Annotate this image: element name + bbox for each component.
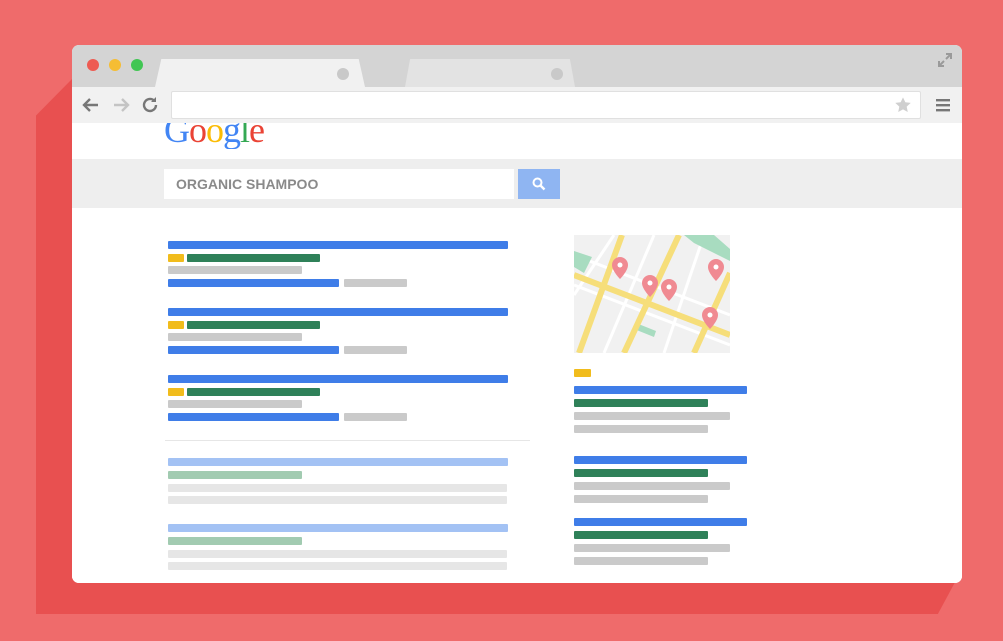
- result-snippet-line: [168, 266, 302, 274]
- star-icon[interactable]: [894, 96, 912, 114]
- local-map[interactable]: [574, 235, 730, 353]
- result-title-line[interactable]: [168, 241, 508, 249]
- fullscreen-icon[interactable]: [936, 51, 954, 69]
- toolbar: [72, 87, 962, 123]
- ad-badge: [168, 321, 184, 329]
- page-content: Google: [72, 123, 962, 583]
- sitelink-secondary-line: [344, 346, 407, 354]
- google-logo: Google: [164, 123, 304, 159]
- local-ad-badge: [574, 369, 591, 377]
- search-button[interactable]: [518, 169, 560, 199]
- sitelink-secondary-line: [344, 413, 407, 421]
- minimize-window-button[interactable]: [109, 59, 121, 71]
- listing-detail-line: [574, 412, 730, 420]
- listing-detail-line: [574, 544, 730, 552]
- address-bar[interactable]: [171, 91, 921, 119]
- listing-detail-line: [574, 557, 708, 565]
- sitelink-line[interactable]: [168, 279, 339, 287]
- logo-letter: e: [249, 123, 264, 149]
- sitelink-line[interactable]: [168, 346, 339, 354]
- result-snippet-line: [168, 333, 302, 341]
- result-snippet-line: [168, 550, 507, 558]
- listing-detail-line: [574, 482, 730, 490]
- browser-window: Google: [72, 45, 962, 583]
- logo-letter: G: [164, 123, 190, 149]
- result-url-line: [187, 321, 320, 329]
- listing-url-line: [574, 469, 708, 477]
- sitelink-secondary-line: [344, 279, 407, 287]
- maximize-window-button[interactable]: [131, 59, 143, 71]
- logo-letter: o: [206, 123, 224, 149]
- result-title-line[interactable]: [168, 308, 508, 316]
- close-window-button[interactable]: [87, 59, 99, 71]
- results-divider: [165, 440, 530, 441]
- result-title-line[interactable]: [168, 458, 508, 466]
- tab-bar: [72, 45, 962, 87]
- tab-active[interactable]: [155, 59, 365, 87]
- listing-title-line[interactable]: [574, 518, 747, 526]
- result-url-line: [168, 471, 302, 479]
- result-title-line[interactable]: [168, 524, 508, 532]
- ad-badge: [168, 254, 184, 262]
- result-url-line: [187, 388, 320, 396]
- search-input[interactable]: [164, 169, 514, 199]
- listing-url-line: [574, 531, 708, 539]
- back-arrow-icon[interactable]: [80, 94, 102, 116]
- tab-close-icon[interactable]: [551, 68, 563, 80]
- listing-url-line: [574, 399, 708, 407]
- result-snippet-line: [168, 496, 507, 504]
- reload-icon[interactable]: [139, 94, 161, 116]
- logo-letter: l: [240, 123, 250, 149]
- menu-icon[interactable]: [935, 97, 951, 113]
- listing-title-line[interactable]: [574, 456, 747, 464]
- result-snippet-line: [168, 562, 507, 570]
- result-snippet-line: [168, 484, 507, 492]
- result-url-line: [168, 537, 302, 545]
- result-snippet-line: [168, 400, 302, 408]
- result-title-line[interactable]: [168, 375, 508, 383]
- sitelink-line[interactable]: [168, 413, 339, 421]
- search-icon: [532, 177, 546, 191]
- forward-arrow-icon[interactable]: [110, 94, 132, 116]
- listing-detail-line: [574, 425, 708, 433]
- tab-inactive[interactable]: [405, 59, 575, 87]
- ad-badge: [168, 388, 184, 396]
- result-url-line: [187, 254, 320, 262]
- tab-close-icon[interactable]: [337, 68, 349, 80]
- search-header: [72, 159, 962, 208]
- listing-title-line[interactable]: [574, 386, 747, 394]
- logo-letter: g: [223, 123, 241, 149]
- logo-letter: o: [189, 123, 207, 149]
- listing-detail-line: [574, 495, 708, 503]
